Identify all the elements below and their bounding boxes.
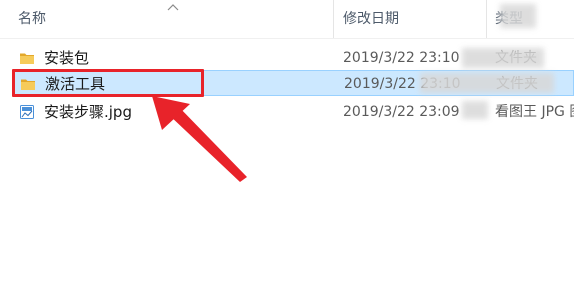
file-name: 安装步骤.jpg: [44, 103, 132, 121]
column-divider[interactable]: [333, 0, 334, 38]
column-header-bar: 名称 修改日期 类型: [0, 0, 574, 39]
file-modified-date: 2019/3/22 23:09: [343, 104, 460, 120]
privacy-blur: [500, 4, 536, 28]
sort-ascending-icon[interactable]: [167, 3, 179, 11]
privacy-blur: [420, 73, 554, 93]
file-row[interactable]: 安装步骤.jpg 2019/3/22 23:09 看图王 JPG 图片文件: [12, 99, 574, 125]
privacy-blur: [462, 48, 544, 68]
file-name: 安装包: [44, 49, 90, 67]
annotation-highlight-box: [12, 69, 204, 97]
file-type: 看图王 JPG 图片文件: [495, 104, 574, 120]
column-header-name[interactable]: 名称: [18, 0, 46, 38]
column-header-date[interactable]: 修改日期: [343, 0, 399, 38]
column-divider[interactable]: [486, 0, 487, 38]
privacy-blur: [462, 101, 488, 119]
folder-icon: [20, 53, 34, 64]
file-explorer-view: 名称 修改日期 类型 安装包 2019/3/22 23:10 文件夹 激活工具 …: [0, 0, 574, 307]
image-file-icon: [20, 105, 34, 119]
file-modified-date: 2019/3/22 23:10: [343, 50, 460, 66]
